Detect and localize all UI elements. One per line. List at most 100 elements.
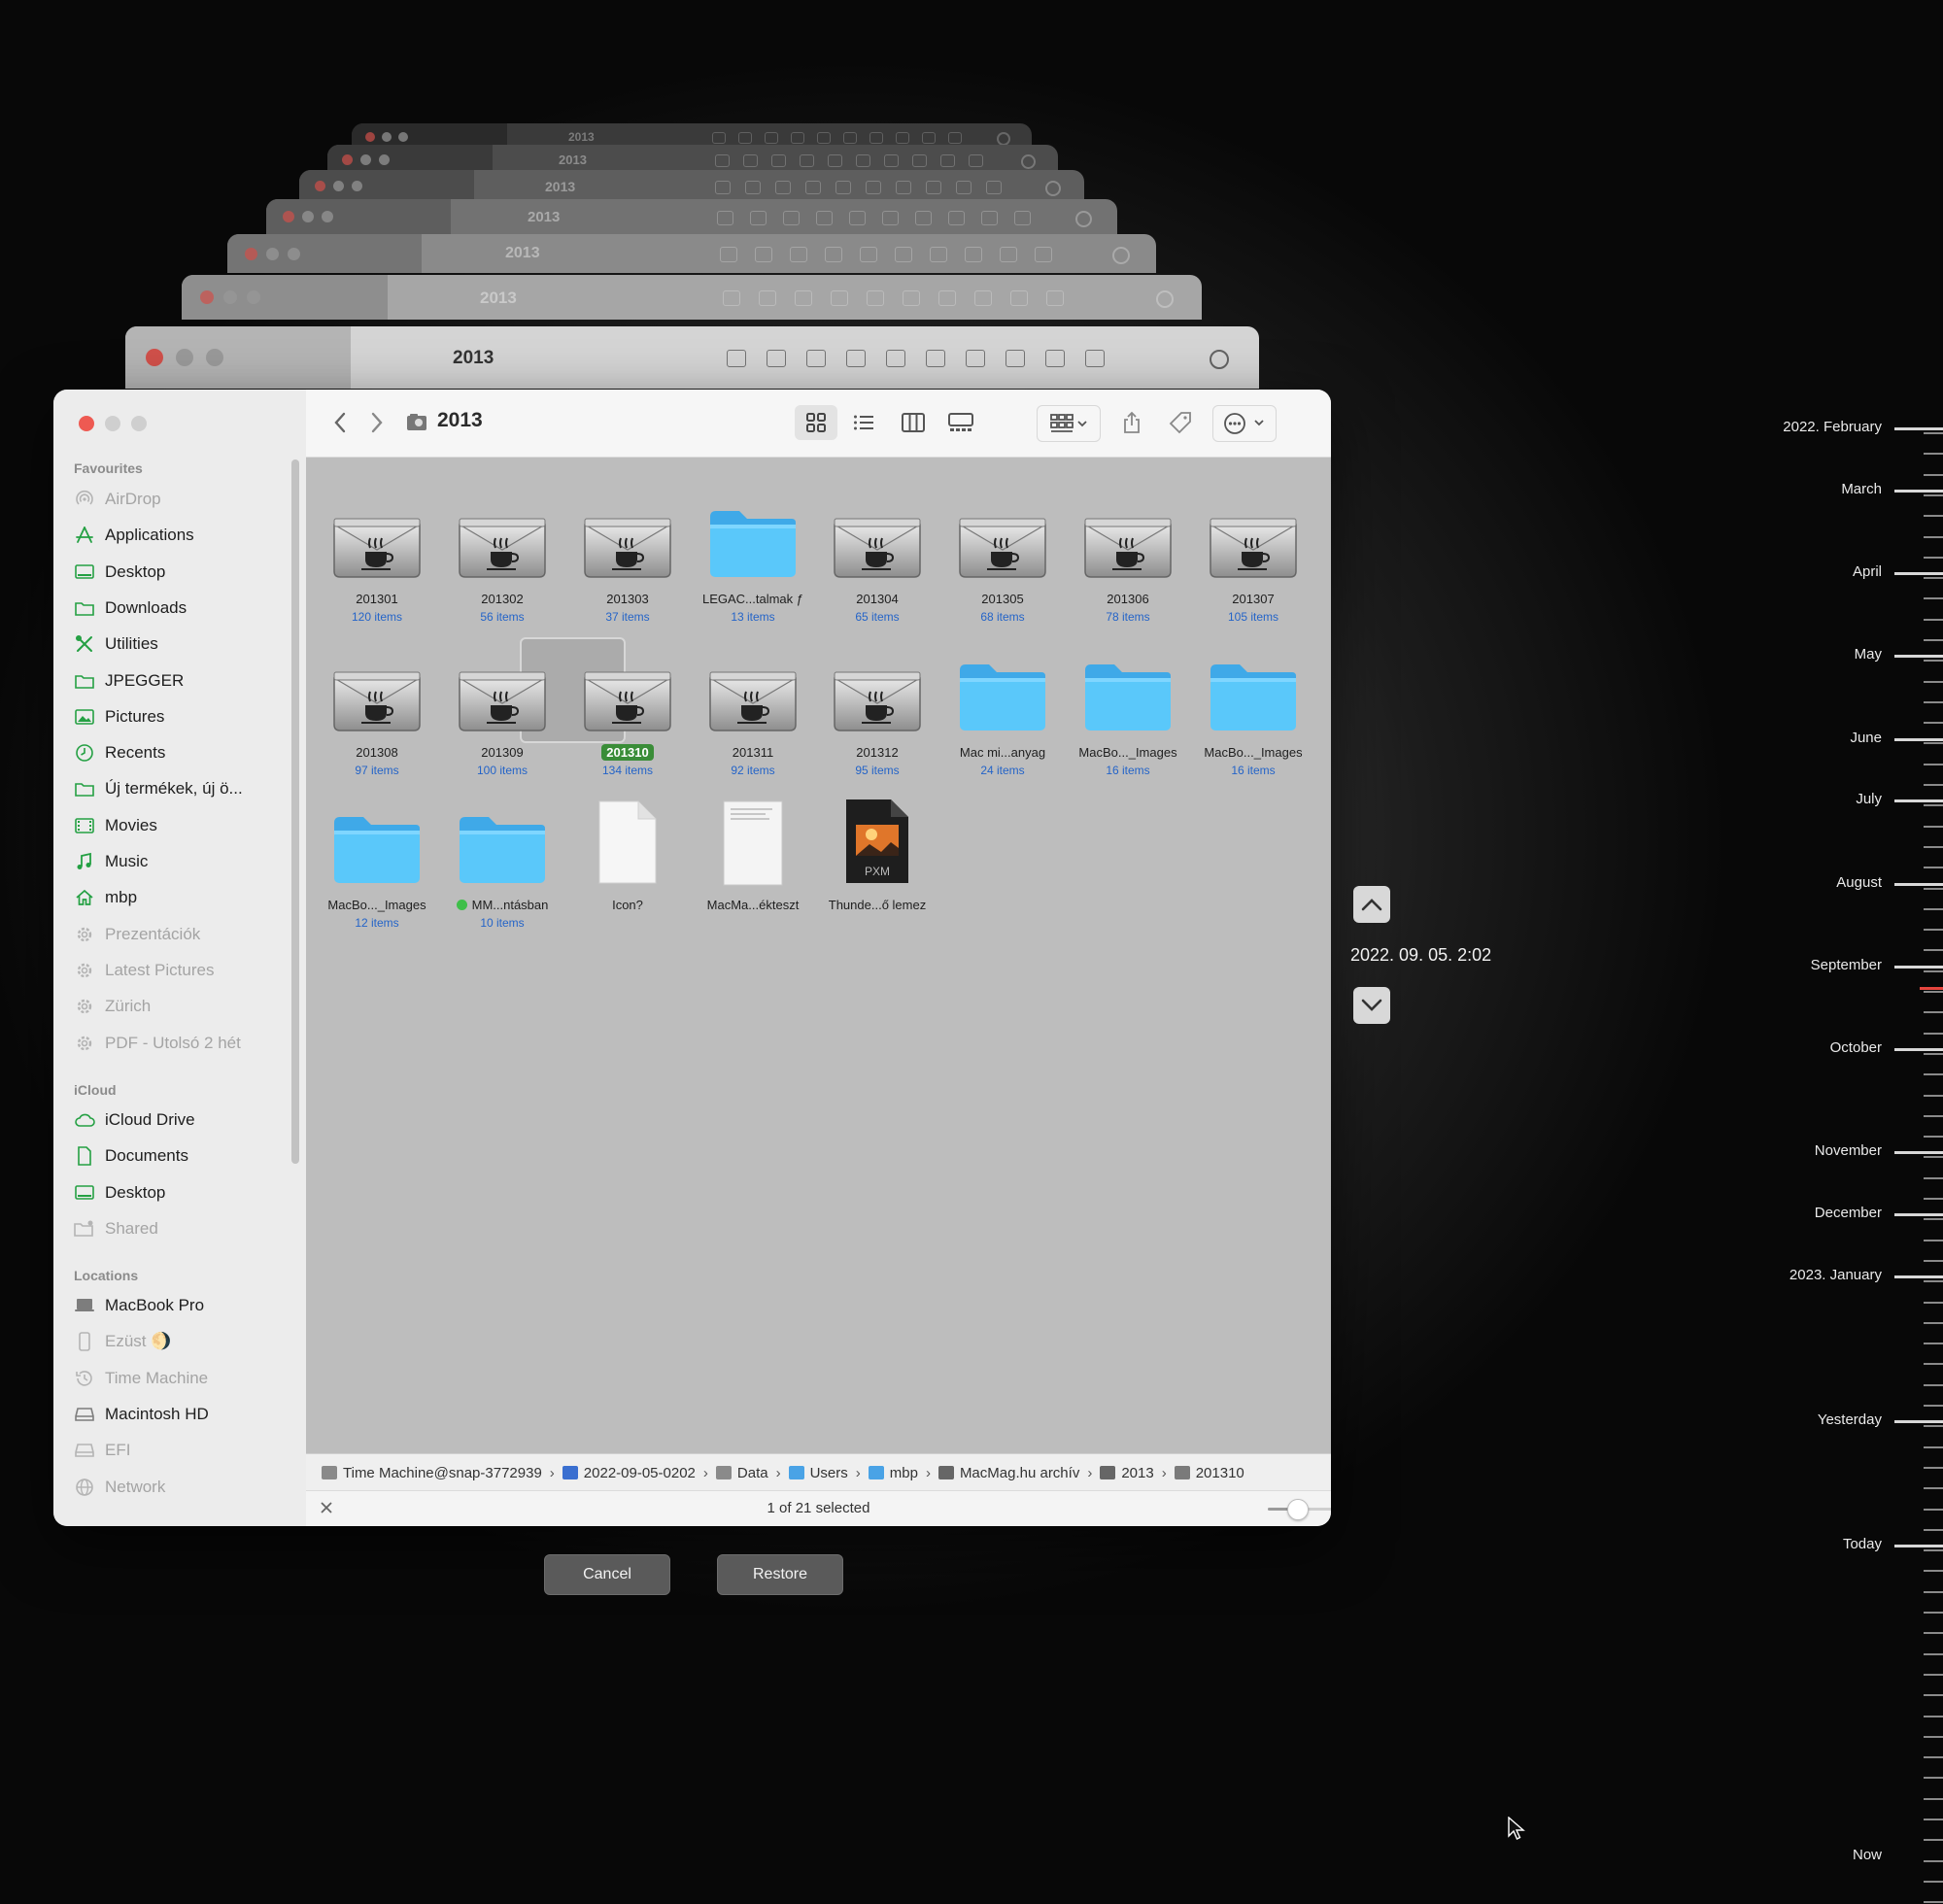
timeline-label[interactable]: August	[1836, 874, 1882, 891]
file-item[interactable]: MacBo..._Images 12 items	[315, 795, 439, 930]
cancel-button[interactable]: Cancel	[544, 1554, 670, 1595]
timeline-minor-tick[interactable]	[1924, 1777, 1943, 1779]
timeline-major-tick[interactable]	[1894, 1275, 1943, 1278]
file-item[interactable]: MacBo..._Images 16 items	[1191, 642, 1315, 777]
sidebar-item-mbp[interactable]: mbp	[74, 883, 137, 912]
file-item[interactable]: MM...ntásban 10 items	[440, 795, 564, 930]
sidebar-item-movies[interactable]: Movies	[74, 811, 157, 840]
folder-proxy-icon[interactable]	[405, 411, 428, 434]
file-item[interactable]: MacMa...ékteszt	[691, 795, 815, 914]
timeline-minor-tick[interactable]	[1924, 1901, 1943, 1903]
file-item[interactable]: 201312 95 items	[815, 642, 939, 777]
restore-button[interactable]: Restore	[717, 1554, 843, 1595]
sidebar-scrollbar[interactable]	[291, 459, 299, 1164]
timeline-minor-tick[interactable]	[1924, 929, 1943, 931]
sidebar-item-shared[interactable]: Shared	[74, 1214, 158, 1243]
timeline-minor-tick[interactable]	[1924, 1240, 1943, 1241]
timeline-minor-tick[interactable]	[1924, 1446, 1943, 1448]
sidebar-item-applications[interactable]: Applications	[74, 521, 194, 550]
timeline-minor-tick[interactable]	[1924, 1218, 1943, 1220]
timeline-minor-tick[interactable]	[1924, 619, 1943, 621]
sidebar-item-utilities[interactable]: Utilities	[74, 629, 158, 659]
file-item[interactable]: PXM Thunde...ő lemez	[815, 795, 939, 914]
path-segment[interactable]: Users	[788, 1465, 848, 1481]
path-segment[interactable]: Time Machine@snap-3772939	[322, 1465, 542, 1481]
path-segment[interactable]: 2022-09-05-0202	[562, 1465, 696, 1481]
column-view-button[interactable]	[892, 405, 935, 440]
file-item[interactable]: Mac mi...anyag 24 items	[940, 642, 1065, 777]
timeline-minor-tick[interactable]	[1924, 1302, 1943, 1304]
timeline-minor-tick[interactable]	[1924, 949, 1943, 951]
timeline-minor-tick[interactable]	[1924, 1156, 1943, 1158]
timeline-minor-tick[interactable]	[1924, 536, 1943, 538]
timeline-minor-tick[interactable]	[1924, 1819, 1943, 1820]
file-item[interactable]: 201301 120 items	[315, 489, 439, 624]
timeline-minor-tick[interactable]	[1924, 597, 1943, 599]
timeline-minor-tick[interactable]	[1924, 1177, 1943, 1179]
file-item[interactable]: 201308 97 items	[315, 642, 439, 777]
sidebar-item-music[interactable]: Music	[74, 847, 148, 876]
timeline-minor-tick[interactable]	[1924, 1716, 1943, 1717]
timeline-minor-tick[interactable]	[1924, 1839, 1943, 1841]
sidebar-item-pictures[interactable]: Pictures	[74, 702, 164, 731]
timeline-label[interactable]: Yesterday	[1818, 1411, 1882, 1428]
timeline-minor-tick[interactable]	[1924, 764, 1943, 765]
timeline-label[interactable]: 2023. January	[1790, 1267, 1882, 1283]
file-item[interactable]: 201306 78 items	[1066, 489, 1190, 624]
timeline-minor-tick[interactable]	[1924, 1694, 1943, 1696]
file-item[interactable]: 201311 92 items	[691, 642, 815, 777]
timeline-minor-tick[interactable]	[1924, 681, 1943, 683]
timeline-minor-tick[interactable]	[1924, 1363, 1943, 1365]
timeline-minor-tick[interactable]	[1924, 557, 1943, 559]
file-item[interactable]: 201304 65 items	[815, 489, 939, 624]
timeline-minor-tick[interactable]	[1924, 1322, 1943, 1324]
timeline-minor-tick[interactable]	[1924, 1509, 1943, 1511]
timeline-label[interactable]: Today	[1843, 1536, 1882, 1552]
timeline-minor-tick[interactable]	[1924, 1425, 1943, 1427]
timeline-label[interactable]: June	[1850, 730, 1882, 746]
timeline-minor-tick[interactable]	[1924, 1260, 1943, 1262]
timeline-minor-tick[interactable]	[1924, 1198, 1943, 1200]
sidebar-item-desktop[interactable]: Desktop	[74, 558, 165, 587]
timeline-minor-tick[interactable]	[1924, 1798, 1943, 1800]
timeline-minor-tick[interactable]	[1924, 1570, 1943, 1572]
timeline-major-tick[interactable]	[1894, 427, 1943, 430]
sidebar-item-latest-pictures[interactable]: Latest Pictures	[74, 956, 214, 985]
group-by-button[interactable]	[1037, 405, 1101, 442]
timeline-label[interactable]: November	[1815, 1142, 1882, 1159]
list-view-button[interactable]	[842, 405, 885, 440]
timeline-minor-tick[interactable]	[1924, 1612, 1943, 1614]
timeline-minor-tick[interactable]	[1924, 494, 1943, 496]
timeline-minor-tick[interactable]	[1924, 1756, 1943, 1758]
timeline-minor-tick[interactable]	[1924, 1280, 1943, 1282]
timeline-minor-tick[interactable]	[1924, 1881, 1943, 1883]
timeline-minor-tick[interactable]	[1924, 515, 1943, 517]
timeline-minor-tick[interactable]	[1924, 1053, 1943, 1055]
sidebar-item-desktop[interactable]: Desktop	[74, 1178, 165, 1207]
timeline-minor-tick[interactable]	[1924, 577, 1943, 579]
timeline-minor-tick[interactable]	[1924, 1405, 1943, 1407]
timeline-minor-tick[interactable]	[1924, 722, 1943, 724]
search-button[interactable]	[1326, 405, 1331, 440]
timeline-minor-tick[interactable]	[1924, 1860, 1943, 1862]
timeline-major-tick[interactable]	[1894, 1213, 1943, 1216]
timeline-label[interactable]: July	[1856, 791, 1882, 807]
timeline-minor-tick[interactable]	[1924, 1549, 1943, 1551]
file-item[interactable]: 201309 100 items	[440, 642, 564, 777]
timeline-major-tick[interactable]	[1894, 572, 1943, 575]
file-item[interactable]: 201307 105 items	[1191, 489, 1315, 624]
timeline-major-tick[interactable]	[1894, 1151, 1943, 1154]
sidebar-item-macbook-pro[interactable]: MacBook Pro	[74, 1291, 204, 1320]
timeline-minor-tick[interactable]	[1924, 1343, 1943, 1344]
timeline-major-tick[interactable]	[1894, 1545, 1943, 1547]
sidebar-item-icloud-drive[interactable]: iCloud Drive	[74, 1105, 195, 1135]
timeline-minor-tick[interactable]	[1924, 1115, 1943, 1117]
file-item[interactable]: 201310 134 items	[565, 642, 690, 777]
timeline-label[interactable]: September	[1811, 957, 1882, 973]
sidebar-item-prezent-ci-k[interactable]: Prezentációk	[74, 920, 200, 949]
timeline-major-tick[interactable]	[1894, 1048, 1943, 1051]
timeline-minor-tick[interactable]	[1924, 474, 1943, 476]
timeline-minor-tick[interactable]	[1924, 1591, 1943, 1593]
gallery-view-button[interactable]	[939, 405, 982, 440]
timeline-minor-tick[interactable]	[1924, 1674, 1943, 1676]
